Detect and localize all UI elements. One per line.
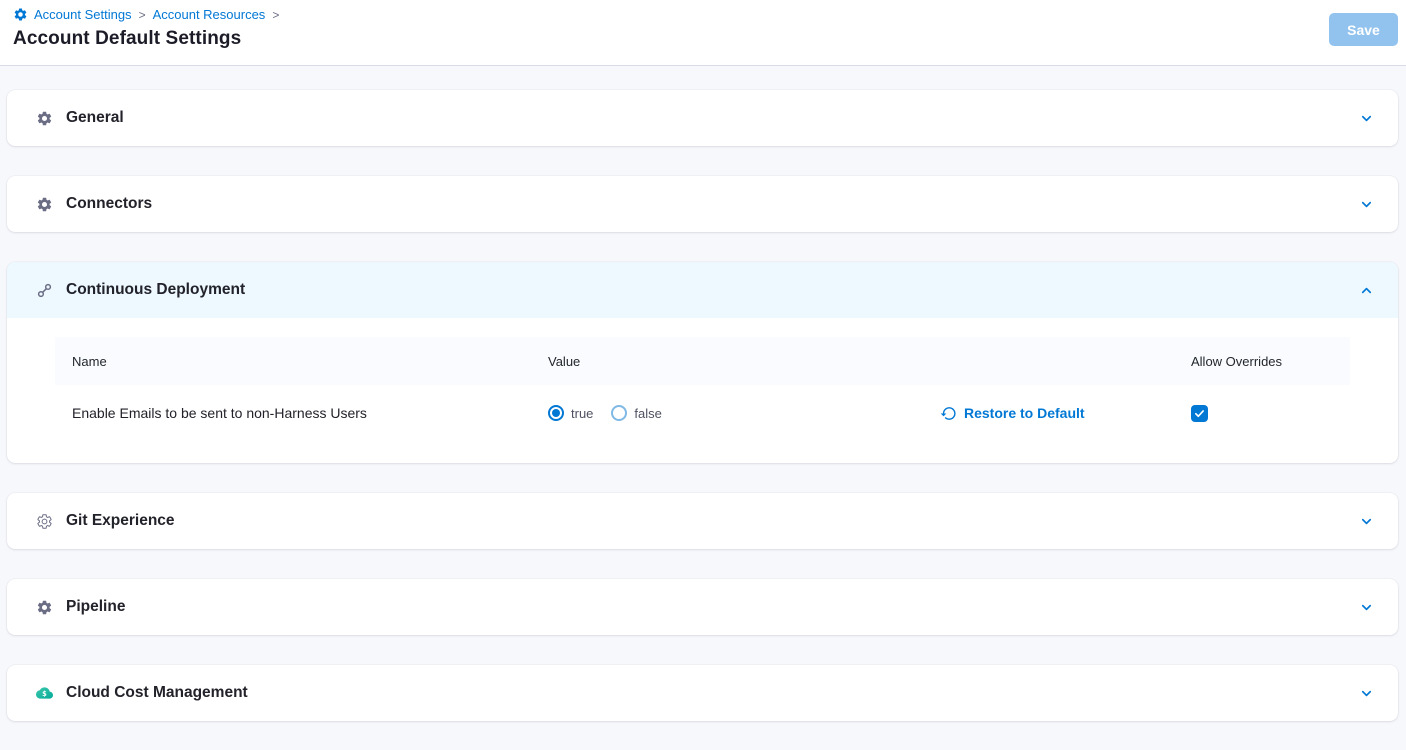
save-button[interactable]: Save [1329,13,1398,46]
chevron-up-icon [1359,283,1374,298]
radio-true-icon [548,405,564,421]
breadcrumb-account-resources[interactable]: Account Resources [153,7,266,22]
gear-outline-icon [36,513,53,530]
breadcrumb-account-settings[interactable]: Account Settings [34,7,132,22]
section-git-experience: Git Experience [7,493,1398,549]
section-label: Cloud Cost Management [66,684,248,702]
radio-true-label: true [571,406,593,421]
section-label: Connectors [66,195,152,213]
section-label: Git Experience [66,512,175,530]
continuous-deployment-panel: Name Value Allow Overrides Enable Emails… [7,318,1398,463]
chevron-down-icon [1359,197,1374,212]
chevron-down-icon [1359,600,1374,615]
chevron-down-icon [1359,686,1374,701]
section-connectors: Connectors [7,176,1398,232]
breadcrumb: Account Settings > Account Resources > [13,7,1382,22]
chevron-down-icon [1359,514,1374,529]
svg-text:$: $ [42,690,47,698]
section-general: General [7,90,1398,146]
section-label: Continuous Deployment [66,281,245,299]
cloud-dollar-icon: $ [36,685,53,702]
value-radio-group: true false [548,405,940,421]
section-header-general[interactable]: General [7,90,1398,146]
restore-to-default-link[interactable]: Restore to Default [940,405,1191,422]
radio-option-true[interactable]: true [548,405,593,421]
section-header-cloud-cost-management[interactable]: $ Cloud Cost Management [7,665,1398,721]
page-title: Account Default Settings [13,28,1382,50]
page-header: Account Settings > Account Resources > A… [0,0,1406,66]
allow-overrides-checkbox[interactable] [1191,405,1208,422]
gear-icon [36,110,53,127]
restore-label: Restore to Default [964,405,1085,421]
column-header-value: Value [548,354,940,369]
section-pipeline: Pipeline [7,579,1398,635]
column-header-allow-overrides: Allow Overrides [1191,354,1350,369]
setting-name: Enable Emails to be sent to non-Harness … [55,405,548,421]
section-header-git-experience[interactable]: Git Experience [7,493,1398,549]
gear-icon [36,599,53,616]
section-header-connectors[interactable]: Connectors [7,176,1398,232]
section-label: General [66,109,124,127]
section-header-pipeline[interactable]: Pipeline [7,579,1398,635]
allow-overrides-cell [1191,405,1350,422]
gear-icon [36,196,53,213]
radio-false-icon [611,405,627,421]
restore-icon [940,405,957,422]
radio-option-false[interactable]: false [611,405,661,421]
breadcrumb-separator: > [271,8,280,22]
column-header-name: Name [55,354,548,369]
section-continuous-deployment: Continuous Deployment Name Value Allow O… [7,262,1398,463]
settings-accordion: General Connectors Continuous Deployment [0,66,1406,721]
settings-table-header: Name Value Allow Overrides [55,337,1350,385]
chevron-down-icon [1359,111,1374,126]
table-row: Enable Emails to be sent to non-Harness … [55,385,1350,441]
breadcrumb-separator: > [138,8,147,22]
section-label: Pipeline [66,598,125,616]
settings-gear-icon [13,7,28,22]
link-icon [36,282,53,299]
section-cloud-cost-management: $ Cloud Cost Management [7,665,1398,721]
section-header-continuous-deployment[interactable]: Continuous Deployment [7,262,1398,318]
settings-table: Name Value Allow Overrides Enable Emails… [55,337,1350,441]
radio-false-label: false [634,406,661,421]
